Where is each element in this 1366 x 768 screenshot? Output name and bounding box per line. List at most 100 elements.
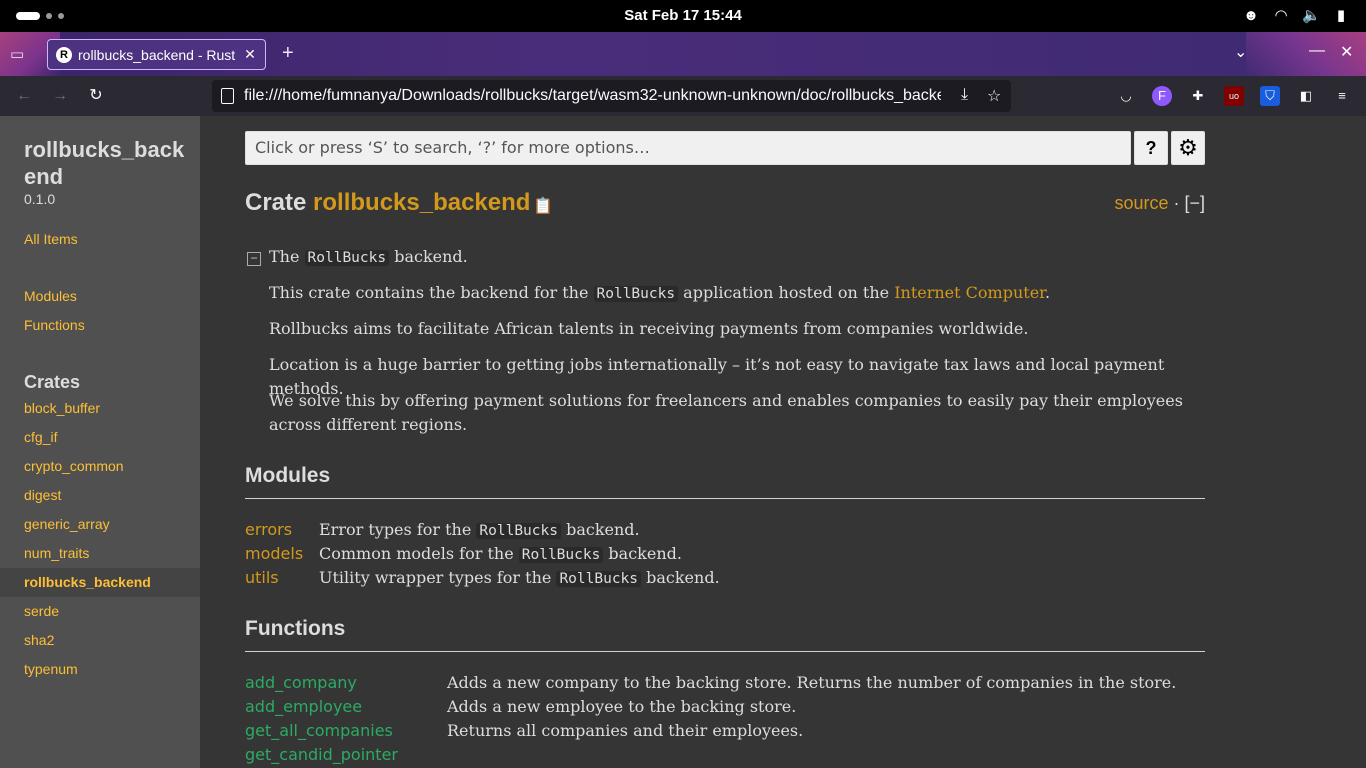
- internet-computer-link[interactable]: Internet Computer: [894, 283, 1045, 302]
- reader-download-icon[interactable]: ⤓: [961, 86, 968, 104]
- inline-code: RollBucks: [556, 570, 642, 587]
- module-link-utils[interactable]: utils: [245, 568, 319, 587]
- menu-icon[interactable]: ≡: [1332, 86, 1352, 106]
- sidebar-functions-link[interactable]: Functions: [24, 317, 85, 333]
- ublock-icon[interactable]: uo: [1224, 86, 1244, 106]
- page-icon: [221, 88, 234, 104]
- system-tray[interactable]: ☻ ◠ 🔈 ▮: [1242, 7, 1350, 25]
- function-row: add_company Adds a new company to the ba…: [245, 670, 1205, 694]
- doc-text: backend.: [603, 543, 682, 563]
- module-row: errors Error types for the RollBucks bac…: [245, 517, 1205, 541]
- module-link-errors[interactable]: errors: [245, 520, 319, 539]
- help-button[interactable]: ?: [1134, 131, 1168, 165]
- function-row: add_employee Adds a new employee to the …: [245, 694, 1205, 718]
- source-separator: ·: [1168, 193, 1185, 213]
- page-title: Crate rollbucks_backend: [245, 189, 530, 217]
- firefox-view-icon[interactable]: ▭: [10, 45, 30, 63]
- function-desc: Adds a new employee to the backing store…: [447, 696, 797, 716]
- sidebar-crate-sha2[interactable]: sha2: [0, 626, 200, 655]
- function-link-get-all-companies[interactable]: get_all_companies: [245, 721, 447, 740]
- browser-nav-bar: ← → ↻ file:///home/fumnanya/Downloads/ro…: [0, 76, 1366, 116]
- sidebar-all-items-link[interactable]: All Items: [24, 231, 78, 247]
- battery-icon[interactable]: ▮: [1332, 7, 1350, 25]
- sidebar-crate-typenum[interactable]: typenum: [0, 655, 200, 684]
- module-row: utils Utility wrapper types for the Roll…: [245, 565, 1205, 589]
- collapse-docblock-toggle[interactable]: −: [247, 252, 261, 266]
- system-clock[interactable]: Sat Feb 17 15:44: [0, 7, 1366, 24]
- sidebar-crate-num-traits[interactable]: num_traits: [0, 539, 200, 568]
- sidebar-crate-serde[interactable]: serde: [0, 597, 200, 626]
- doc-text: backend.: [389, 247, 468, 266]
- collapse-all-toggle[interactable]: [−]: [1184, 193, 1205, 213]
- function-desc: Returns all companies and their employee…: [447, 720, 804, 740]
- search-input[interactable]: Click or press ‘S’ to search, ‘?’ for mo…: [245, 131, 1131, 165]
- doc-text: The: [269, 247, 305, 266]
- docs-sidebar: rollbucks_backend 0.1.0 All Items Module…: [0, 116, 200, 768]
- sidebar-crate-cfg-if[interactable]: cfg_if: [0, 423, 200, 452]
- back-icon[interactable]: ←: [14, 86, 34, 106]
- doc-paragraph-4: We solve this by offering payment soluti…: [269, 391, 1183, 434]
- module-desc: Error types for the RollBucks backend.: [319, 520, 640, 539]
- title-crate-name: rollbucks_backend: [313, 189, 531, 216]
- modules-heading[interactable]: Modules: [245, 464, 1205, 499]
- function-link-add-employee[interactable]: add_employee: [245, 697, 447, 716]
- sidebar-crate-rollbucks-backend[interactable]: rollbucks_backend: [0, 568, 200, 597]
- extensions-icon[interactable]: ✚: [1188, 86, 1208, 106]
- list-all-tabs-icon[interactable]: ⌄: [1234, 42, 1247, 62]
- function-row: get_candid_pointer: [245, 742, 1205, 766]
- wifi-icon[interactable]: ◠: [1272, 7, 1290, 25]
- doc-paragraph-1: This crate contains the backend for the …: [269, 281, 1209, 306]
- sidebar-crate-generic-array[interactable]: generic_array: [0, 510, 200, 539]
- firefox-account-icon[interactable]: F: [1152, 86, 1172, 106]
- close-window-icon[interactable]: ✕: [1340, 42, 1353, 62]
- rust-favicon-icon: R: [56, 46, 72, 63]
- copy-path-icon[interactable]: 📋: [533, 196, 553, 215]
- forward-icon[interactable]: →: [50, 86, 70, 106]
- module-desc: Utility wrapper types for the RollBucks …: [319, 568, 720, 587]
- module-row: models Common models for the RollBucks b…: [245, 541, 1205, 565]
- inline-code: RollBucks: [304, 250, 390, 266]
- module-link-models[interactable]: models: [245, 544, 319, 563]
- doc-text: Common models for the: [319, 543, 519, 563]
- doc-summary: The RollBucks backend.: [269, 245, 1209, 270]
- settings-gear-icon[interactable]: ⚙: [1171, 131, 1205, 165]
- doc-text: Error types for the: [319, 519, 477, 539]
- volume-icon[interactable]: 🔈: [1302, 7, 1321, 25]
- function-link-add-company[interactable]: add_company: [245, 673, 447, 692]
- module-desc: Common models for the RollBucks backend.: [319, 544, 682, 563]
- url-text[interactable]: file:///home/fumnanya/Downloads/rollbuck…: [244, 87, 941, 105]
- browser-tab-bar: ▭ R rollbucks_backend - Rust ✕ + ⌄ — ✕: [0, 32, 1366, 76]
- doc-text: backend.: [641, 567, 720, 587]
- sidebar-crate-block-buffer[interactable]: block_buffer: [0, 394, 200, 423]
- new-tab-icon[interactable]: +: [282, 42, 294, 65]
- doc-text: Utility wrapper types for the: [319, 567, 557, 587]
- sidebar-crate-crypto-common[interactable]: crypto_common: [0, 452, 200, 481]
- docs-main: Click or press ‘S’ to search, ‘?’ for mo…: [200, 116, 1366, 768]
- function-link-get-candid-pointer[interactable]: get_candid_pointer: [245, 745, 447, 764]
- function-desc: Adds a new company to the backing store.…: [447, 672, 1177, 692]
- pocket-icon[interactable]: ◡: [1116, 86, 1136, 106]
- tab-title: rollbucks_backend - Rust: [78, 46, 236, 63]
- sidebar-modules-link[interactable]: Modules: [24, 288, 77, 304]
- sidebar-crate-digest[interactable]: digest: [0, 481, 200, 510]
- function-row: get_all_companies Returns all companies …: [245, 718, 1205, 742]
- minimize-icon[interactable]: —: [1309, 42, 1325, 60]
- accessibility-icon[interactable]: ☻: [1242, 7, 1260, 25]
- translate-icon[interactable]: ◧: [1296, 86, 1316, 106]
- sidebar-crate-name[interactable]: rollbucks_backend: [24, 136, 194, 190]
- tab-close-icon[interactable]: ✕: [243, 46, 257, 63]
- doc-text: This crate contains the backend for the: [269, 283, 594, 302]
- inline-code: RollBucks: [518, 546, 604, 563]
- bookmark-star-icon[interactable]: ☆: [987, 86, 1001, 106]
- reload-icon[interactable]: ↻: [86, 86, 106, 106]
- inline-code: RollBucks: [476, 522, 561, 539]
- system-top-bar: Sat Feb 17 15:44 ☻ ◠ 🔈 ▮: [0, 0, 1366, 32]
- doc-text: .: [1045, 283, 1051, 302]
- sidebar-crates-heading: Crates: [24, 372, 81, 392]
- doc-text: application hosted on the: [678, 283, 895, 302]
- browser-tab-active[interactable]: R rollbucks_backend - Rust ✕: [47, 39, 266, 70]
- functions-heading[interactable]: Functions: [245, 617, 1205, 652]
- bitwarden-icon[interactable]: ⛉: [1260, 86, 1280, 106]
- url-bar[interactable]: file:///home/fumnanya/Downloads/rollbuck…: [212, 80, 1011, 112]
- source-link[interactable]: source: [1114, 193, 1168, 213]
